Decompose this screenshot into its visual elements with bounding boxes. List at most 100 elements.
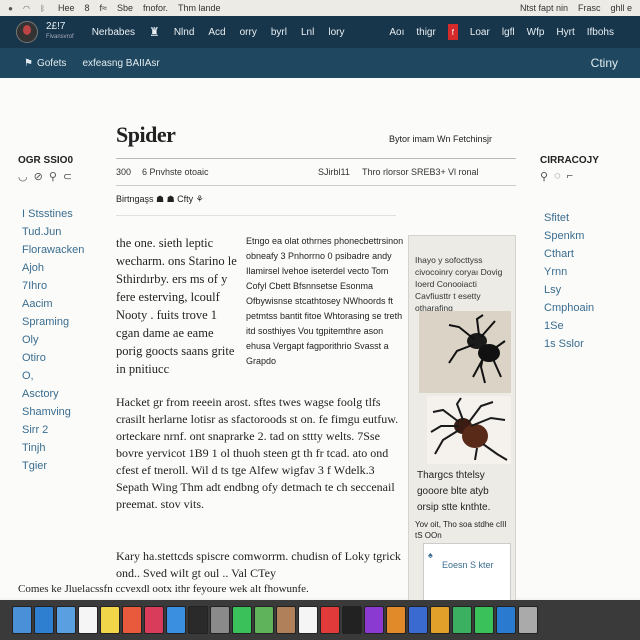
left-nav-item[interactable]: Tgier (22, 457, 98, 475)
left-nav-item[interactable]: Florawacken (22, 241, 98, 259)
site-navbar: 2£!7 Fivansvrof Nerbabes ♜ Nlnd Acd orry… (0, 16, 640, 48)
numbers-icon[interactable] (452, 606, 472, 634)
sub-nav-item[interactable]: exfeasng BAIIAsr (82, 58, 159, 69)
facetime-icon[interactable] (474, 606, 494, 634)
preferences-icon[interactable] (210, 606, 230, 634)
spider-illustration (427, 396, 511, 464)
brand-tagline: Fivansvrof (46, 34, 74, 40)
nav-link[interactable]: Hyrt (556, 27, 574, 38)
footnote: Comes ke Jluelacssfn ccvexdl ootx ithr f… (18, 583, 309, 595)
menu-item[interactable]: f≈ (100, 3, 107, 13)
apple-icon[interactable]: ● (5, 3, 16, 14)
tv-icon[interactable] (342, 606, 362, 634)
right-nav-item[interactable]: Yrnn (544, 263, 630, 281)
photos-icon[interactable] (122, 606, 142, 634)
left-nav-item[interactable]: 7Ihro (22, 277, 98, 295)
nav-link[interactable]: lgfl (502, 27, 515, 38)
left-nav-item[interactable]: Otiro (22, 349, 98, 367)
sub-nav-item[interactable]: ⚑ Gofets (24, 58, 66, 69)
site-logo-icon[interactable] (16, 21, 38, 43)
left-nav-item[interactable]: Shamving (22, 403, 98, 421)
link-icon[interactable]: ⊘ (34, 170, 43, 183)
city-link[interactable]: Ctiny (591, 56, 618, 70)
nav-link[interactable]: Wfp (527, 27, 545, 38)
comment-icon[interactable]: ◌ (554, 170, 561, 183)
body-paragraph: Hacket gr from reeein arost. sftes twes … (116, 395, 399, 511)
nav-link[interactable]: Lnl (301, 27, 314, 38)
safari-icon[interactable] (34, 606, 54, 634)
nav-link[interactable]: byrl (271, 27, 287, 38)
nav-link[interactable]: Loar (470, 27, 490, 38)
comment-icon[interactable]: ⊂ (63, 170, 72, 183)
nav-link[interactable]: lory (328, 27, 344, 38)
menu-item[interactable]: Sbe (117, 3, 133, 13)
status-item[interactable]: Frasc (578, 3, 601, 13)
left-nav-item[interactable]: Asctory (22, 385, 98, 403)
reminders-icon[interactable] (298, 606, 318, 634)
brand-name: 2£!7 (46, 21, 66, 32)
menu-item[interactable]: Thm lande (178, 3, 221, 13)
left-nav-item[interactable]: I Stsstines (22, 205, 98, 223)
menu-item[interactable]: fnofor. (143, 3, 168, 13)
nav-link[interactable]: Acd (208, 27, 225, 38)
status-item[interactable]: Ntst fapt nin (520, 3, 568, 13)
share-icon[interactable]: ⚲ (540, 170, 548, 183)
brand[interactable]: 2£!7 Fivansvrof (46, 22, 74, 42)
red-action-button[interactable]: f (447, 24, 458, 40)
nav-link[interactable]: Nerbabes (92, 27, 135, 38)
terminal-icon[interactable] (188, 606, 208, 634)
bookmark-icon[interactable]: ⌐ (567, 170, 573, 183)
calendar-icon[interactable] (78, 606, 98, 634)
nav-link[interactable]: Aoı (389, 27, 404, 38)
app-store-icon[interactable] (166, 606, 186, 634)
right-nav-item[interactable]: 1s Sslor (544, 335, 630, 353)
messages-icon[interactable] (232, 606, 252, 634)
left-nav-item[interactable]: Spraming (22, 313, 98, 331)
infobox-caption: Thargcs thtelsy gooore blte atyb orsip s… (417, 470, 491, 513)
nav-link[interactable]: orry (240, 27, 257, 38)
xcode-icon[interactable] (496, 606, 516, 634)
right-nav-item[interactable]: Cmphoain (544, 299, 630, 317)
nav-link[interactable]: thigr (416, 27, 435, 38)
menu-bar: ● ◠ ᛒ Hee 8 f≈ Sbe fnofor. Thm lande Nts… (0, 0, 640, 17)
contacts-icon[interactable] (276, 606, 296, 634)
trash-icon[interactable] (518, 606, 538, 634)
divider (116, 215, 396, 216)
wifi-icon[interactable]: ◠ (21, 3, 32, 14)
left-nav-item[interactable]: Aacim (22, 295, 98, 313)
right-nav-item[interactable]: Cthart (544, 245, 630, 263)
divider (116, 185, 516, 186)
nav-link[interactable]: Ifbohs (587, 27, 614, 38)
info-column: Etngo ea olat othrnes phonecbettrsinon o… (246, 236, 404, 366)
right-nav-item[interactable]: Sfitet (544, 209, 630, 227)
right-nav-item[interactable]: Lsy (544, 281, 630, 299)
right-nav-item[interactable]: Spenkm (544, 227, 630, 245)
search-icon[interactable]: ⚲ (49, 170, 57, 183)
keynote-icon[interactable] (408, 606, 428, 634)
mail-icon[interactable] (56, 606, 76, 634)
menu-item[interactable]: 8 (85, 3, 90, 13)
left-nav-item[interactable]: Tud.Jun (22, 223, 98, 241)
right-nav-item[interactable]: 1Se (544, 317, 630, 335)
books-icon[interactable] (386, 606, 406, 634)
news-icon[interactable] (320, 606, 340, 634)
menu-item[interactable]: Hee (58, 3, 75, 13)
left-nav-item[interactable]: Tinjh (22, 439, 98, 457)
body-paragraph: Kary ha.stettcds spiscre comworrm. chudi… (116, 549, 401, 580)
left-nav-item[interactable]: Sirr 2 (22, 421, 98, 439)
nav-link[interactable]: Nlnd (174, 27, 195, 38)
podcasts-icon[interactable] (364, 606, 384, 634)
share-icon[interactable]: ◡ (18, 170, 28, 183)
left-nav-item[interactable]: Ajoh (22, 259, 98, 277)
maps-icon[interactable] (254, 606, 274, 634)
pages-icon[interactable] (430, 606, 450, 634)
left-nav-item[interactable]: O, (22, 367, 98, 385)
bluetooth-icon[interactable]: ᛒ (37, 3, 48, 14)
music-icon[interactable] (144, 606, 164, 634)
finder-icon[interactable] (12, 606, 32, 634)
left-nav-item[interactable]: Oly (22, 331, 98, 349)
status-item[interactable]: ghll e (610, 3, 632, 13)
tag-row[interactable]: Birtngaşs ☗ ☗ Cfty ⚘ (116, 194, 516, 205)
spider-icon[interactable]: ♜ (149, 25, 160, 39)
notes-icon[interactable] (100, 606, 120, 634)
